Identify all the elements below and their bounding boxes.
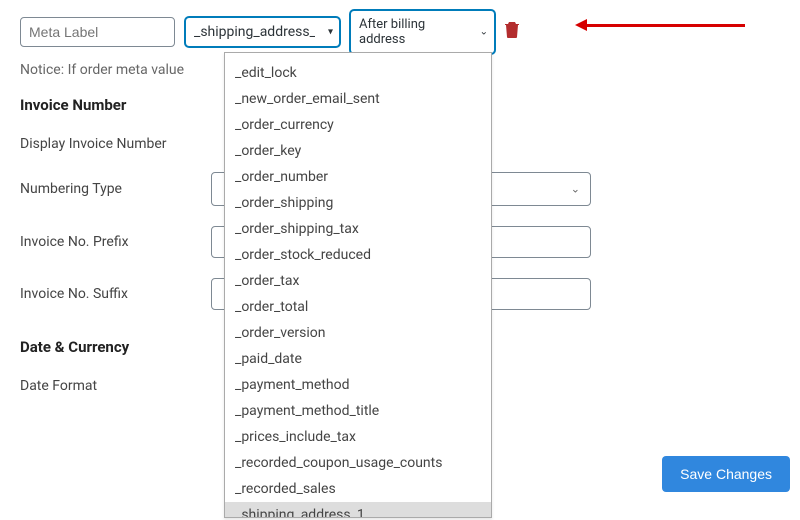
meta-row: _shipping_address_1 ▾ After billing addr… xyxy=(20,10,660,54)
dropdown-scroll[interactable]: _edit_last_edit_lock_new_order_email_sen… xyxy=(225,53,491,517)
dropdown-option[interactable]: _shipping_address_1 xyxy=(225,502,491,517)
position-select[interactable]: After billing address ⌄ xyxy=(350,10,495,54)
dropdown-option[interactable]: _order_total xyxy=(225,294,491,320)
position-select-value: After billing address xyxy=(359,17,425,47)
label-invoice-suffix: Invoice No. Suffix xyxy=(20,286,195,302)
dropdown-option[interactable]: _new_order_email_sent xyxy=(225,86,491,112)
trash-icon[interactable] xyxy=(505,22,519,42)
dropdown-option[interactable]: _recorded_coupon_usage_counts xyxy=(225,450,491,476)
label-numbering-type: Numbering Type xyxy=(20,181,195,197)
label-display-invoice-number: Display Invoice Number xyxy=(20,136,195,152)
dropdown-option[interactable]: _order_shipping xyxy=(225,190,491,216)
label-invoice-prefix: Invoice No. Prefix xyxy=(20,234,195,250)
dropdown-option[interactable]: _edit_lock xyxy=(225,60,491,86)
meta-key-select-value: _shipping_address_1 xyxy=(194,24,315,40)
chevron-down-icon: ⌄ xyxy=(571,183,580,196)
meta-key-dropdown: _edit_last_edit_lock_new_order_email_sen… xyxy=(224,52,492,518)
page-container: _shipping_address_1 ▾ After billing addr… xyxy=(20,10,800,510)
dropdown-option[interactable]: _order_tax xyxy=(225,268,491,294)
dropdown-option[interactable]: _payment_method xyxy=(225,372,491,398)
dropdown-option[interactable]: _order_stock_reduced xyxy=(225,242,491,268)
dropdown-option[interactable]: _recorded_sales xyxy=(225,476,491,502)
dropdown-option[interactable]: _order_currency xyxy=(225,112,491,138)
dropdown-option[interactable]: _paid_date xyxy=(225,346,491,372)
dropdown-option[interactable]: _order_key xyxy=(225,138,491,164)
dropdown-option[interactable]: _order_version xyxy=(225,320,491,346)
arrow-annotation xyxy=(585,24,745,27)
dropdown-option[interactable]: _order_shipping_tax xyxy=(225,216,491,242)
meta-label-input[interactable] xyxy=(20,17,175,47)
dropdown-option[interactable]: _order_number xyxy=(225,164,491,190)
chevron-down-icon: ▾ xyxy=(328,27,333,38)
meta-key-select[interactable]: _shipping_address_1 ▾ xyxy=(185,17,340,47)
save-button[interactable]: Save Changes xyxy=(662,456,790,492)
dropdown-option[interactable]: _payment_method_title xyxy=(225,398,491,424)
label-date-format: Date Format xyxy=(20,378,195,394)
dropdown-option[interactable]: _prices_include_tax xyxy=(225,424,491,450)
dropdown-option[interactable]: _edit_last xyxy=(225,53,491,60)
chevron-down-icon: ⌄ xyxy=(480,27,488,38)
